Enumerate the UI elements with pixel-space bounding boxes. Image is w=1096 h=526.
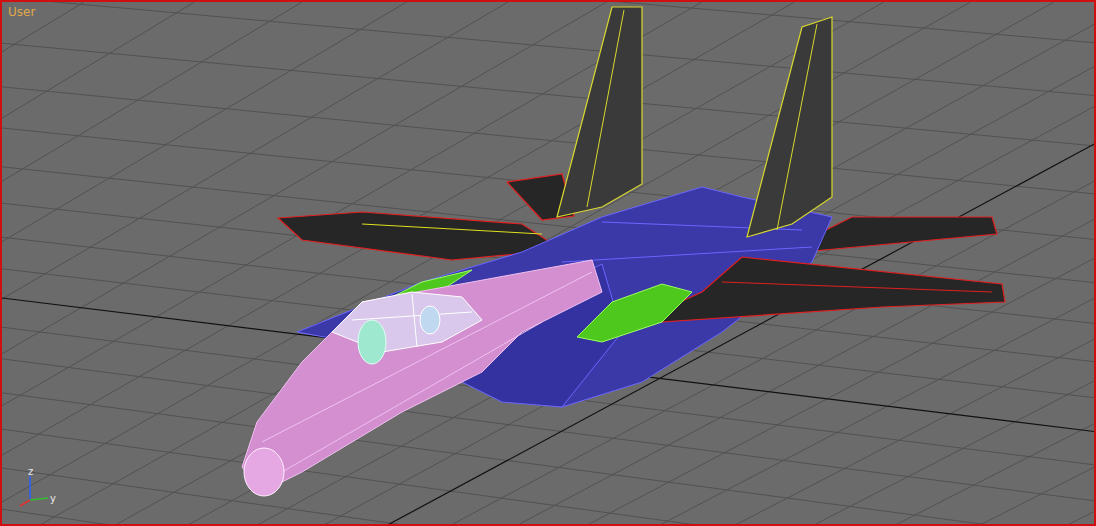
jet-model[interactable] — [242, 7, 1005, 496]
y-axis-label: y — [50, 493, 56, 504]
viewport[interactable]: zyUser — [0, 0, 1096, 526]
z-axis-label: z — [28, 466, 33, 477]
scene-canvas[interactable]: zy — [2, 2, 1094, 524]
viewport-label[interactable]: User — [6, 4, 37, 20]
axis-tripod-icon: zy — [20, 466, 56, 506]
grid — [2, 2, 1094, 524]
pilot — [358, 320, 386, 364]
